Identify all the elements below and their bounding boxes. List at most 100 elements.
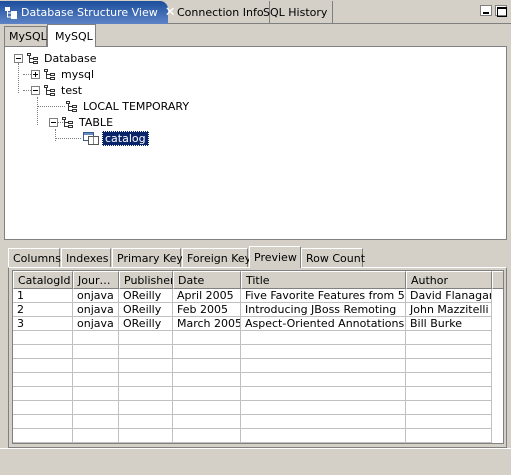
empty-cell — [406, 331, 492, 345]
tab-connection-info[interactable]: Connection Info — [172, 1, 270, 24]
tree-node-label: test — [61, 83, 83, 97]
tab-row-count[interactable]: Row Count — [301, 248, 366, 267]
table-row[interactable]: 3 onjava OReilly March 2005 Aspect-Orien… — [13, 317, 492, 331]
empty-cell — [119, 373, 173, 387]
tab-label: Columns — [13, 251, 61, 265]
table-row[interactable]: 2 onjava OReilly Feb 2005 Introducing JB… — [13, 303, 492, 317]
empty-cell — [73, 345, 119, 359]
collapse-icon[interactable] — [14, 53, 23, 63]
tab-connection-mysql-2[interactable]: MySQL — [47, 24, 96, 47]
empty-table-row — [13, 331, 492, 345]
column-header-filler — [492, 271, 503, 289]
collapse-icon[interactable] — [31, 85, 40, 95]
cell-title: Introducing JBoss Remoting — [241, 303, 406, 317]
cell-date: March 2005 — [173, 317, 241, 331]
tree-node-label: mysql — [61, 67, 94, 81]
empty-cell — [119, 359, 173, 373]
database-icon — [26, 52, 40, 65]
empty-cell — [73, 415, 119, 429]
cell-catalogid: 3 — [13, 317, 73, 331]
cell-publisher: OReilly — [119, 303, 173, 317]
tab-label: Preview — [254, 251, 297, 264]
tab-label: Foreign Key — [187, 251, 252, 265]
column-header-date[interactable]: Date — [173, 271, 241, 289]
empty-cell — [119, 415, 173, 429]
tree-node-catalog[interactable]: catalog — [82, 130, 149, 146]
column-header-author[interactable]: Author — [406, 271, 492, 289]
cell-journal: onjava — [73, 317, 119, 331]
tab-label: Connection Info — [177, 6, 264, 19]
cell-author: John Mazzitelli — [406, 303, 492, 317]
database-tree[interactable]: Database mysql test LOCAL TEMPORARY TABL… — [4, 46, 507, 240]
tab-label: Indexes — [66, 251, 109, 265]
empty-cell — [119, 401, 173, 415]
tree-node-label: catalog — [102, 130, 149, 146]
empty-table-row — [13, 415, 492, 429]
empty-cell — [73, 373, 119, 387]
cell-author: David Flanagan — [406, 289, 492, 303]
tree-node-table[interactable]: TABLE — [49, 114, 113, 130]
empty-cell — [13, 345, 73, 359]
empty-cell — [173, 331, 241, 345]
tab-primary-key[interactable]: Primary Key — [112, 248, 183, 267]
tree-node-test[interactable]: test — [31, 82, 82, 98]
schema-icon — [43, 84, 57, 97]
empty-cell — [13, 373, 73, 387]
table-header: CatalogId Jour… Publisher Date Title Aut… — [13, 271, 503, 289]
tab-sql-history[interactable]: SQL History — [258, 1, 334, 24]
expand-icon[interactable] — [31, 69, 40, 79]
empty-cell — [13, 359, 73, 373]
collapse-icon[interactable] — [49, 117, 58, 127]
empty-cell — [241, 359, 406, 373]
tree-node-local-temporary[interactable]: LOCAL TEMPORARY — [62, 98, 189, 114]
empty-cell — [173, 387, 241, 401]
tab-indexes[interactable]: Indexes — [61, 248, 111, 267]
tree-node-label: LOCAL TEMPORARY — [83, 99, 190, 113]
tree-node-label: TABLE — [79, 115, 114, 129]
tab-connection-mysql-1[interactable]: MySQL — [4, 26, 47, 46]
preview-panel: CatalogId Jour… Publisher Date Title Aut… — [8, 267, 507, 448]
cell-catalogid: 2 — [13, 303, 73, 317]
empty-cell — [173, 345, 241, 359]
tab-foreign-key[interactable]: Foreign Key — [182, 248, 252, 267]
column-header-title[interactable]: Title — [241, 271, 406, 289]
minimize-button[interactable] — [480, 5, 492, 16]
empty-cell — [173, 429, 241, 443]
empty-table-row — [13, 429, 492, 443]
detail-tabs: Columns Indexes Primary Key Foreign Key … — [8, 246, 507, 268]
cell-date: April 2005 — [173, 289, 241, 303]
tab-label: MySQL — [9, 30, 47, 43]
cell-catalogid: 1 — [13, 289, 73, 303]
empty-cell — [73, 401, 119, 415]
column-header-catalogid[interactable]: CatalogId — [13, 271, 73, 289]
column-header-publisher[interactable]: Publisher — [119, 271, 173, 289]
tab-preview[interactable]: Preview — [249, 246, 301, 268]
empty-cell — [173, 401, 241, 415]
tab-label: Row Count — [306, 251, 366, 265]
column-header-journal[interactable]: Jour… — [73, 271, 119, 289]
preview-table[interactable]: CatalogId Jour… Publisher Date Title Aut… — [12, 270, 504, 444]
empty-cell — [406, 387, 492, 401]
empty-table-row — [13, 387, 492, 401]
empty-cell — [13, 331, 73, 345]
empty-cell — [241, 415, 406, 429]
empty-cell — [13, 415, 73, 429]
empty-table-row — [13, 373, 492, 387]
table-row[interactable]: 1 onjava OReilly April 2005 Five Favorit… — [13, 289, 492, 303]
empty-cell — [241, 373, 406, 387]
empty-cell — [173, 415, 241, 429]
tab-columns[interactable]: Columns — [8, 248, 61, 267]
maximize-button[interactable] — [495, 5, 507, 17]
tree-node-database[interactable]: Database — [14, 50, 97, 66]
tab-label: SQL History — [263, 6, 328, 19]
tab-label: Primary Key — [117, 251, 183, 265]
empty-cell — [13, 401, 73, 415]
empty-cell — [13, 387, 73, 401]
empty-cell — [73, 387, 119, 401]
empty-cell — [406, 415, 492, 429]
empty-cell — [241, 345, 406, 359]
empty-cell — [119, 429, 173, 443]
tree-node-mysql[interactable]: mysql — [31, 66, 94, 82]
tab-database-structure-view[interactable]: Database Structure View ✕ — [0, 1, 176, 24]
empty-cell — [173, 359, 241, 373]
